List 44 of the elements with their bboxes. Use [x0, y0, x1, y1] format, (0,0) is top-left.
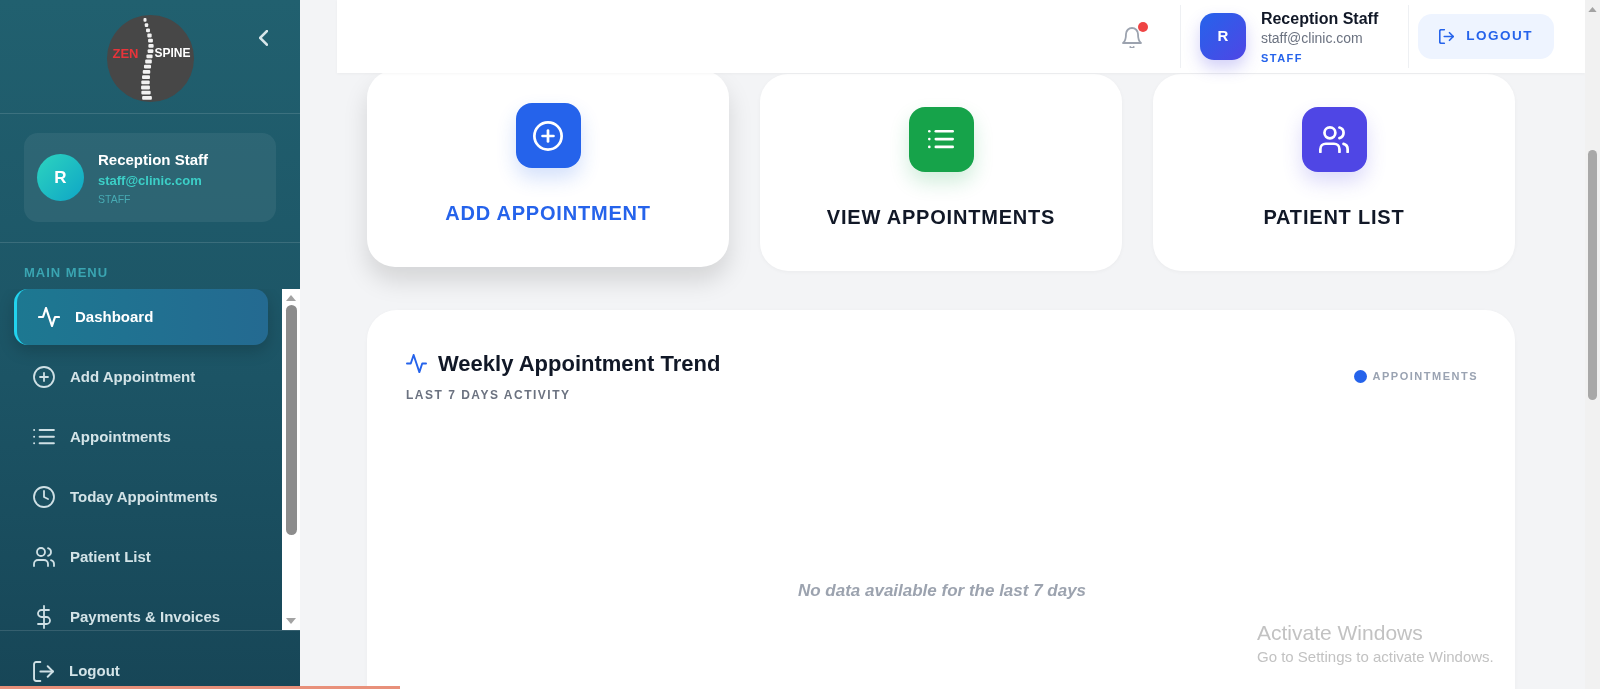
scrollbar-thumb[interactable] — [285, 305, 297, 535]
activation-message: Go to Settings to activate Windows. — [1257, 648, 1494, 667]
empty-state-message: No data available for the last 7 days — [797, 580, 1087, 603]
logo-text: SPINE — [154, 46, 191, 61]
activation-title: Activate Windows — [1257, 620, 1424, 646]
chevron-left-icon[interactable] — [259, 30, 268, 46]
user-name: Reception Staff — [1260, 8, 1379, 28]
pulse-icon — [38, 307, 60, 327]
people-icon — [33, 547, 55, 567]
user-email: staff@clinic.com — [1260, 29, 1364, 47]
plus-circle-icon — [33, 366, 55, 388]
logout-icon — [33, 661, 54, 682]
menu-item[interactable]: Today Appointments — [14, 469, 268, 525]
logout-icon — [1439, 29, 1455, 44]
avatar: R — [1199, 13, 1246, 60]
user-role: STAFF — [1260, 50, 1305, 65]
dollar-icon — [37, 605, 51, 629]
menu-item[interactable]: Appointments — [14, 409, 268, 465]
chart-subtitle: LAST 7 DAYS ACTIVITY — [406, 388, 572, 403]
scrollbar-thumb[interactable] — [1588, 150, 1597, 401]
list-icon — [33, 429, 55, 445]
avatar: R — [37, 154, 84, 201]
menu-heading: MAIN MENU — [23, 264, 110, 280]
menu-item[interactable]: Dashboard — [14, 289, 268, 345]
chart-title: Weekly Appointment Trend — [438, 350, 721, 378]
quick-action-card[interactable]: ADD APPOINTMENT — [367, 70, 729, 267]
user-email: staff@clinic.com — [98, 171, 203, 189]
user-name: Reception Staff — [98, 149, 208, 169]
logout-button[interactable]: LOGOUT — [1418, 14, 1554, 59]
clock-icon — [33, 486, 55, 508]
menu-item[interactable]: Add Appointment — [14, 349, 268, 405]
logout-item[interactable]: Logout — [14, 656, 120, 687]
pulse-icon — [406, 354, 427, 374]
quick-action-card[interactable]: PATIENT LIST — [1153, 74, 1515, 271]
scroll-up-icon[interactable] — [1588, 7, 1597, 13]
menu-item[interactable]: Payments & Invoices — [14, 589, 268, 630]
quick-action-card[interactable]: VIEW APPOINTMENTS — [760, 74, 1122, 271]
user-role: STAFF — [98, 191, 132, 206]
scroll-up-icon[interactable] — [286, 295, 296, 301]
menu-item[interactable]: Patient List — [14, 529, 268, 585]
bell-icon[interactable] — [1121, 27, 1142, 48]
logo-text: ZEN — [112, 46, 139, 61]
legend-label: APPOINTMENTS — [1372, 369, 1478, 383]
scroll-down-icon[interactable] — [286, 617, 296, 624]
